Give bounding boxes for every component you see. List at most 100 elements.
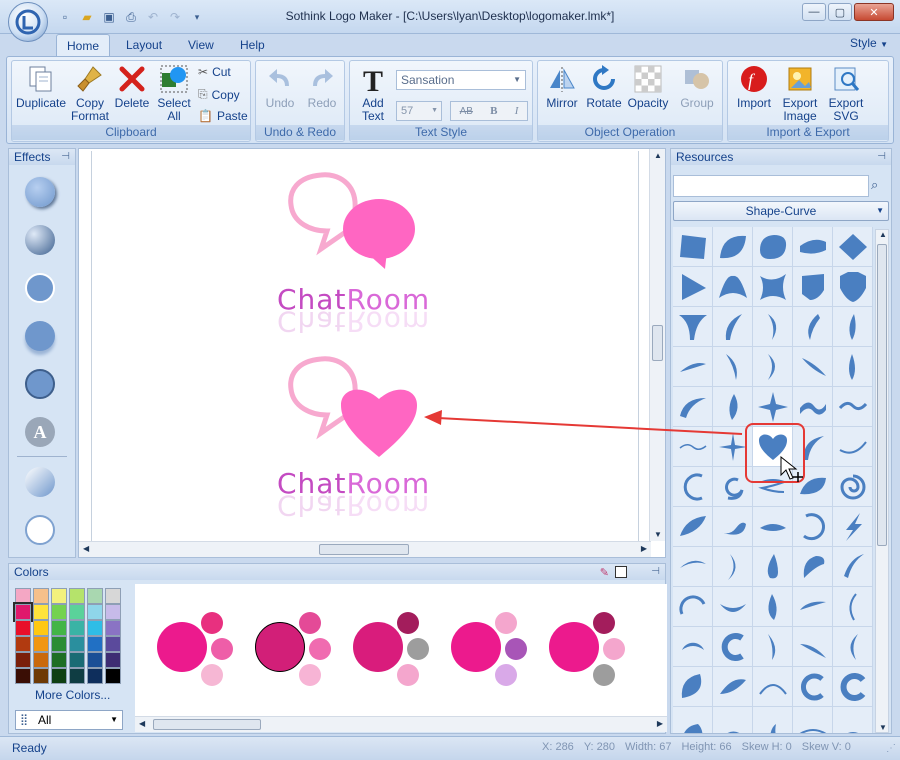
shape-item[interactable] — [673, 547, 713, 587]
color-swatch[interactable] — [33, 620, 49, 636]
color-swatch[interactable] — [87, 636, 103, 652]
logo-heart-bubble[interactable] — [287, 353, 427, 463]
color-swatch[interactable] — [51, 668, 67, 684]
rotate-button[interactable]: Rotate — [584, 64, 624, 110]
shape-item[interactable] — [673, 507, 713, 547]
color-scheme-item[interactable] — [549, 606, 639, 686]
shape-item[interactable] — [673, 307, 713, 347]
shape-item[interactable] — [673, 467, 713, 507]
shape-item[interactable] — [753, 307, 793, 347]
eyedropper-icon[interactable]: ✎ — [600, 565, 609, 581]
color-swatch[interactable] — [87, 620, 103, 636]
tab-layout[interactable]: Layout — [116, 34, 172, 56]
tab-home[interactable]: Home — [56, 34, 111, 56]
application-button[interactable] — [8, 2, 48, 42]
color-swatch[interactable] — [69, 668, 85, 684]
shape-item[interactable] — [673, 347, 713, 387]
shape-item[interactable] — [713, 667, 753, 707]
color-swatch[interactable] — [51, 588, 67, 604]
close-button[interactable]: ✕ — [854, 3, 894, 21]
maximize-button[interactable]: ▢ — [828, 3, 852, 21]
duplicate-button[interactable]: Duplicate — [16, 64, 66, 110]
shape-item[interactable] — [713, 307, 753, 347]
mirror-button[interactable]: Mirror — [542, 64, 582, 110]
shape-item[interactable] — [713, 267, 753, 307]
color-swatch[interactable] — [69, 620, 85, 636]
shape-item[interactable] — [713, 707, 753, 733]
effect-bevel[interactable] — [25, 225, 55, 255]
color-scheme-item[interactable] — [255, 606, 345, 686]
shape-item[interactable] — [833, 267, 873, 307]
search-icon[interactable]: ⌕ — [871, 177, 878, 193]
opacity-button[interactable]: Opacity — [626, 64, 670, 110]
shape-item[interactable] — [713, 227, 753, 267]
logo-speech-bubbles[interactable] — [287, 169, 427, 279]
shape-item[interactable] — [753, 627, 793, 667]
paste-button[interactable]: 📋 Paste — [198, 109, 248, 123]
shape-item[interactable] — [833, 227, 873, 267]
shape-item[interactable] — [833, 667, 873, 707]
more-colors-link[interactable]: More Colors... — [35, 688, 110, 702]
shape-item[interactable] — [793, 227, 833, 267]
shape-item[interactable] — [793, 267, 833, 307]
shape-item[interactable] — [673, 267, 713, 307]
color-swatch[interactable] — [105, 668, 121, 684]
scroll-right-icon[interactable]: ▶ — [657, 719, 663, 728]
resources-search-input[interactable] — [673, 175, 869, 197]
effect-gradient[interactable] — [25, 467, 55, 497]
scroll-up-icon[interactable]: ▲ — [879, 230, 887, 239]
shape-item[interactable] — [713, 507, 753, 547]
export-svg-button[interactable]: Export SVG — [824, 64, 868, 123]
effect-glow[interactable] — [25, 515, 55, 545]
shape-item[interactable] — [793, 667, 833, 707]
delete-button[interactable]: Delete — [112, 64, 152, 110]
color-swatch[interactable] — [69, 604, 85, 620]
color-swatch[interactable] — [87, 668, 103, 684]
shape-item[interactable] — [793, 707, 833, 733]
shape-item[interactable] — [793, 587, 833, 627]
shape-item[interactable] — [713, 347, 753, 387]
canvas-vscroll-thumb[interactable] — [652, 325, 663, 361]
export-image-button[interactable]: Export Image — [778, 64, 822, 123]
shape-item[interactable] — [673, 587, 713, 627]
effect-shadow[interactable] — [25, 177, 55, 207]
color-swatch[interactable] — [15, 636, 31, 652]
shape-item[interactable] — [753, 507, 793, 547]
effect-text[interactable]: A — [25, 417, 55, 447]
italic-button[interactable]: I — [515, 105, 519, 117]
color-swatch[interactable] — [87, 652, 103, 668]
pin-icon[interactable]: ⊣ — [61, 149, 70, 165]
effect-stroke[interactable] — [25, 369, 55, 399]
style-menu[interactable]: Style ▼ — [850, 36, 888, 50]
shape-item[interactable] — [753, 267, 793, 307]
color-swatch[interactable] — [87, 588, 103, 604]
shape-item[interactable] — [793, 627, 833, 667]
shape-item[interactable] — [713, 587, 753, 627]
add-text-button[interactable]: T Add Text — [354, 64, 392, 123]
scroll-down-icon[interactable]: ▼ — [879, 723, 887, 732]
resize-grip-icon[interactable]: ⋰ — [886, 743, 896, 754]
character-spacing-button[interactable]: AB — [460, 106, 473, 117]
color-swatch[interactable] — [15, 588, 31, 604]
undo-button[interactable]: Undo — [260, 64, 300, 110]
bold-button[interactable]: B — [490, 105, 497, 117]
minimize-button[interactable]: — — [802, 3, 826, 21]
tab-help[interactable]: Help — [230, 34, 275, 56]
shape-item[interactable] — [753, 387, 793, 427]
shape-item[interactable] — [793, 547, 833, 587]
color-swatch[interactable] — [69, 652, 85, 668]
scroll-down-icon[interactable]: ▼ — [654, 530, 662, 539]
shape-item[interactable] — [833, 347, 873, 387]
select-all-button[interactable]: Select All — [154, 64, 194, 123]
color-swatch[interactable] — [105, 652, 121, 668]
shape-item[interactable] — [673, 387, 713, 427]
shape-item[interactable] — [833, 467, 873, 507]
colors-hscroll-thumb[interactable] — [153, 719, 261, 730]
copy-button[interactable]: ⎘ Copy — [198, 87, 240, 102]
design-canvas[interactable]: ChatRoom ChatRoom ChatRoom ChatRoom ▲ ▼ … — [78, 148, 666, 558]
color-swatch[interactable] — [105, 588, 121, 604]
color-swatch[interactable] — [15, 652, 31, 668]
shape-item[interactable] — [833, 507, 873, 547]
shape-category-select[interactable]: Shape-Curve ▼ — [673, 201, 889, 221]
color-swatch[interactable] — [33, 604, 49, 620]
